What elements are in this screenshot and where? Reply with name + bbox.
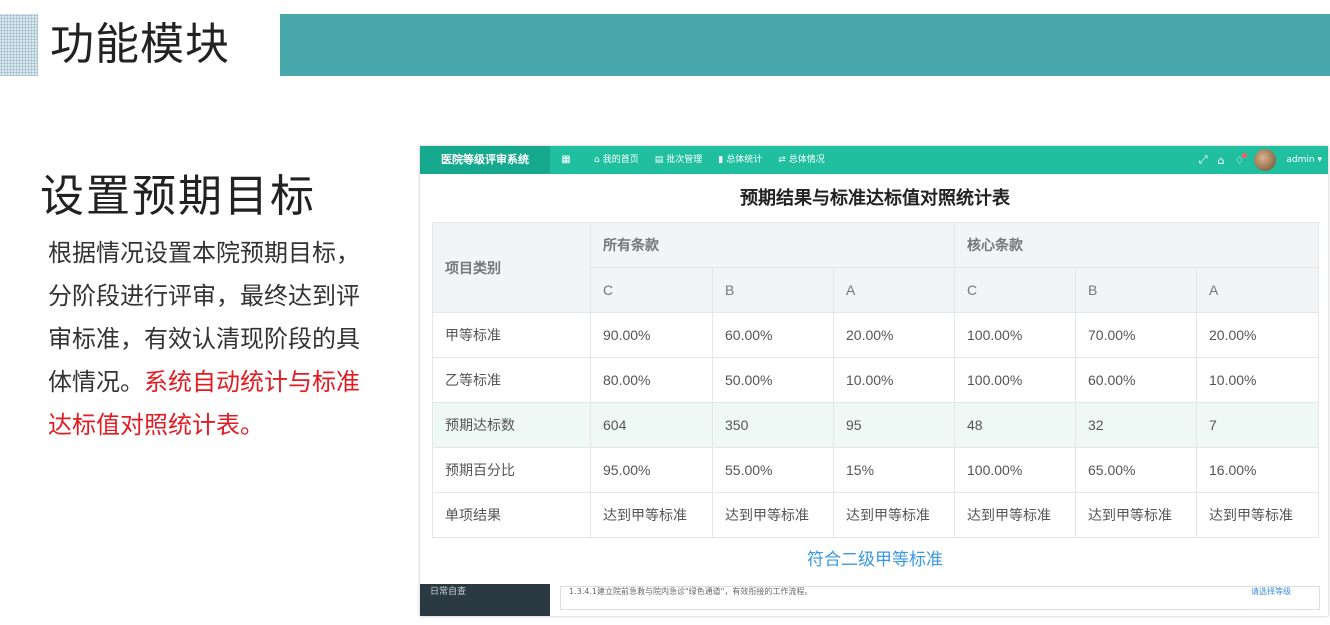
table-cell: 100.00% [954,357,1076,403]
table-cell: 7 [1196,402,1319,448]
table-cell: 达到甲等标准 [590,492,713,538]
table-row-highlighted: 预期达标数 604 350 95 48 32 7 [432,402,1319,448]
nav-item-label: 批次管理 [666,155,703,165]
table-cell: 达到甲等标准 [954,492,1076,538]
grid-menu-icon[interactable]: ▦ [556,146,576,174]
subheader-cell: A [833,267,955,313]
app-name[interactable]: 医院等级评审系统 [420,146,550,174]
comparison-table: 项目类别 所有条款 核心条款 C B A C B A 甲等标准 90.00% 6 [432,222,1319,538]
table-cell: 90.00% [590,312,713,358]
table-row: 乙等标准 80.00% 50.00% 10.00% 100.00% 60.00%… [432,357,1319,403]
stats-panel: 预期结果与标准达标值对照统计表 项目类别 所有条款 核心条款 C B A C B… [432,176,1319,583]
table-cell: 604 [590,402,713,448]
level-select[interactable]: 请选择等级 [1251,587,1291,597]
group-header-core: 核心条款 [954,222,1319,268]
table-cell: 55.00% [712,447,834,493]
table-cell: 32 [1075,402,1197,448]
conclusion-text: 符合二级甲等标准 [807,550,943,570]
app-screenshot: 医院等级评审系统 ▦ ⌂ 我的首页 ▤ 批次管理 ▮ 总体统计 ⇄ 总体情况 ⤢ ⌂ ♢… [420,146,1328,616]
subheader-cell: B [1075,267,1197,313]
share-icon: ⇄ [778,155,786,165]
row-label: 预期达标数 [432,402,591,448]
group-header-all: 所有条款 [590,222,955,268]
row-label: 甲等标准 [432,312,591,358]
table-cell: 80.00% [590,357,713,403]
table-cell: 95.00% [590,447,713,493]
table-cell: 350 [712,402,834,448]
table-cell: 10.00% [1196,357,1319,403]
notification-dot [1242,152,1248,158]
row-text: 1.3.4.1建立院前急救与院内急诊"绿色通道"，有效衔接的工作流程。 [569,587,813,596]
row-label: 乙等标准 [432,357,591,403]
table-cell: 50.00% [712,357,834,403]
section-description: 根据情况设置本院预期目标，分阶段进行评审，最终达到评审标准，有效认清现阶段的具体… [48,232,378,447]
table-cell: 达到甲等标准 [712,492,834,538]
nav-item-label: 我的首页 [602,155,639,165]
home-icon[interactable]: ⌂ [1218,154,1225,167]
sidebar-item-self-check[interactable]: 日常自查 [420,584,550,616]
table-cell: 16.00% [1196,447,1319,493]
table-cell: 60.00% [712,312,834,358]
table-cell: 达到甲等标准 [833,492,955,538]
subheader-cell: C [590,267,713,313]
header-accent-bar [280,14,1330,76]
sidebar-item-label: 日常自查 [430,587,467,597]
row-label: 单项结果 [432,492,591,538]
bell-icon[interactable]: ♢ [1235,152,1248,167]
header-pattern [0,14,38,76]
table-title: 预期结果与标准达标值对照统计表 [740,188,1010,209]
nav-item-label: 总体统计 [726,155,763,165]
section-title: 设置预期目标 [40,171,316,222]
table-cell: 60.00% [1075,357,1197,403]
table-cell: 95 [833,402,955,448]
table-row: 甲等标准 90.00% 60.00% 20.00% 100.00% 70.00%… [432,312,1319,358]
page-header-title: 功能模块 [50,19,230,70]
table-row: 单项结果 达到甲等标准 达到甲等标准 达到甲等标准 达到甲等标准 达到甲等标准 … [432,492,1319,538]
table-cell: 100.00% [954,447,1076,493]
table-cell: 20.00% [1196,312,1319,358]
nav-item-label: 总体情况 [788,155,825,165]
table-cell: 10.00% [833,357,955,403]
table-row: 预期百分比 95.00% 55.00% 15% 100.00% 65.00% 1… [432,447,1319,493]
topbar-right: ⤢ ⌂ ♢ admin ▾ [1199,146,1322,174]
subheader-cell: C [954,267,1076,313]
table-cell: 48 [954,402,1076,448]
table-cell: 100.00% [954,312,1076,358]
nav-item-batch[interactable]: ▤ 批次管理 [647,146,711,174]
row-label: 预期百分比 [432,447,591,493]
username: admin [1286,155,1315,165]
table-cell: 达到甲等标准 [1196,492,1319,538]
table-cell: 达到甲等标准 [1075,492,1197,538]
nav-item-home[interactable]: ⌂ 我的首页 [586,146,647,174]
nav-item-stats[interactable]: ▮ 总体统计 [710,146,770,174]
table-cell: 20.00% [833,312,955,358]
caret-down-icon: ▾ [1317,155,1322,165]
top-nav: ⌂ 我的首页 ▤ 批次管理 ▮ 总体统计 ⇄ 总体情况 [586,146,833,174]
fullscreen-icon[interactable]: ⤢ [1199,153,1208,167]
app-topbar: 医院等级评审系统 ▦ ⌂ 我的首页 ▤ 批次管理 ▮ 总体统计 ⇄ 总体情况 ⤢ ⌂ ♢… [420,146,1328,174]
list-icon: ▤ [654,155,664,165]
subheader-cell: B [712,267,834,313]
subheader-cell: A [1196,267,1319,313]
nav-item-overview[interactable]: ⇄ 总体情况 [770,146,833,174]
table-cell: 65.00% [1075,447,1197,493]
home-icon: ⌂ [594,155,600,165]
user-menu[interactable]: admin ▾ [1286,155,1322,165]
background-row: 1.3.4.1建立院前急救与院内急诊"绿色通道"，有效衔接的工作流程。 请选择等… [560,586,1320,610]
table-cell: 70.00% [1075,312,1197,358]
bar-chart-icon: ▮ [718,155,724,165]
row-header-label: 项目类别 [432,222,591,313]
avatar[interactable] [1254,149,1277,171]
table-cell: 15% [833,447,955,493]
